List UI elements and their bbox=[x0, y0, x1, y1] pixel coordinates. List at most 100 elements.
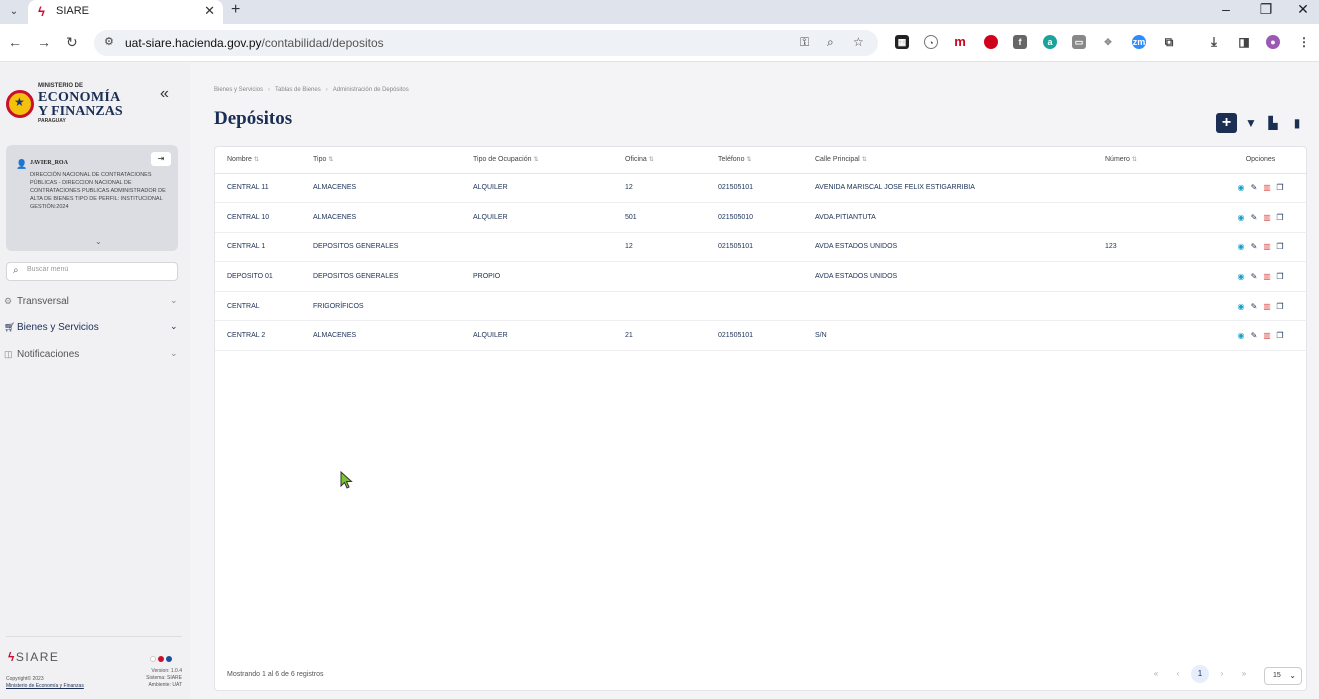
edit-pencil-icon[interactable]: ✎ bbox=[1250, 302, 1259, 311]
minimize-icon[interactable]: – bbox=[1216, 1, 1236, 17]
view-eye-icon[interactable]: ◉ bbox=[1237, 331, 1246, 340]
extension-a-icon[interactable]: a bbox=[1043, 35, 1057, 49]
extension-icon[interactable]: ▦ bbox=[895, 35, 909, 49]
breadcrumb-item[interactable]: Tablas de Bienes bbox=[275, 87, 321, 93]
column-header[interactable]: Oficina ⇅ bbox=[625, 147, 718, 174]
chevron-down-icon[interactable]: ⌄ bbox=[95, 237, 102, 246]
side-panel-icon[interactable]: ◨ bbox=[1237, 35, 1251, 49]
siare-brand: ϟSIARE bbox=[8, 650, 60, 664]
view-eye-icon[interactable]: ◉ bbox=[1237, 272, 1246, 281]
back-icon[interactable]: ← bbox=[8, 34, 22, 50]
sort-icon[interactable]: ⇅ bbox=[254, 157, 259, 163]
ministry-link[interactable]: Ministerio de Economía y Finanzas bbox=[6, 683, 84, 689]
last-page-icon[interactable]: » bbox=[1235, 665, 1253, 683]
password-key-icon[interactable]: ⚿ bbox=[800, 35, 809, 50]
cell-oficina bbox=[625, 261, 718, 292]
column-header[interactable]: Tipo ⇅ bbox=[313, 147, 473, 174]
sidebar-item-label: Notificaciones bbox=[17, 349, 80, 360]
sort-icon[interactable]: ⇅ bbox=[649, 157, 654, 163]
view-eye-icon[interactable]: ◉ bbox=[1237, 183, 1246, 192]
download-icon[interactable]: ⤓ bbox=[1207, 35, 1221, 49]
close-icon[interactable]: ✕ bbox=[204, 3, 215, 19]
address-bar[interactable]: ⚙ uat-siare.hacienda.gov.py/contabilidad… bbox=[94, 30, 878, 56]
view-eye-icon[interactable]: ◉ bbox=[1237, 242, 1246, 251]
delete-trash-icon[interactable]: ▥ bbox=[1263, 331, 1272, 340]
rows-per-page-select[interactable]: 15 ⌄ bbox=[1264, 667, 1302, 685]
theme-blue-dot[interactable] bbox=[166, 656, 172, 662]
sidebar-item-transversal[interactable]: ⚙ Transversal ⌄ bbox=[4, 294, 182, 310]
logout-icon[interactable]: ⇥ bbox=[151, 152, 171, 166]
edit-pencil-icon[interactable]: ✎ bbox=[1250, 331, 1259, 340]
copy-icon[interactable]: ❐ bbox=[1276, 183, 1285, 192]
browser-tab[interactable]: ϟ SIARE ✕ bbox=[28, 0, 223, 24]
delete-trash-icon[interactable]: ▥ bbox=[1263, 272, 1272, 281]
extension-image-icon[interactable]: ▭ bbox=[1072, 35, 1086, 49]
edit-pencil-icon[interactable]: ✎ bbox=[1250, 242, 1259, 251]
site-settings-icon[interactable]: ⚙ bbox=[104, 35, 114, 48]
copy-icon[interactable]: ❐ bbox=[1276, 213, 1285, 222]
extension-m-icon[interactable]: m bbox=[953, 35, 967, 49]
column-header[interactable]: Calle Principal ⇅ bbox=[815, 147, 1105, 174]
export-pdf-icon[interactable]: ▙ bbox=[1266, 113, 1280, 133]
extension-dropbox-icon[interactable]: ✥ bbox=[1101, 35, 1115, 49]
cell-opciones: ◉ ✎ ▥ ❐ bbox=[1213, 202, 1308, 233]
filter-icon[interactable]: ▼ bbox=[1244, 113, 1258, 133]
theme-red-dot[interactable] bbox=[158, 656, 164, 662]
view-eye-icon[interactable]: ◉ bbox=[1237, 302, 1246, 311]
zoom-icon[interactable]: ⌕ bbox=[827, 35, 834, 50]
add-button[interactable]: + bbox=[1216, 113, 1237, 133]
sidebar-item-bienes-y-servicios[interactable]: 🛒︎ Bienes y Servicios ⌄ bbox=[4, 320, 182, 336]
theme-light-dot[interactable] bbox=[150, 656, 156, 662]
window-close-icon[interactable]: ✕ bbox=[1293, 1, 1313, 18]
page-title: Depósitos bbox=[214, 108, 293, 129]
delete-trash-icon[interactable]: ▥ bbox=[1263, 183, 1272, 192]
collapse-sidebar-icon[interactable]: « bbox=[160, 85, 169, 103]
copy-icon[interactable]: ❐ bbox=[1276, 302, 1285, 311]
sort-icon[interactable]: ⇅ bbox=[1132, 157, 1137, 163]
delete-trash-icon[interactable]: ▥ bbox=[1263, 242, 1272, 251]
profile-avatar-icon[interactable]: ● bbox=[1266, 35, 1280, 49]
version-text: Version: 1.0.4 bbox=[151, 668, 182, 674]
sidebar-item-notificaciones[interactable]: ◫ Notificaciones ⌄ bbox=[4, 347, 182, 363]
new-tab-icon[interactable]: + bbox=[231, 1, 240, 19]
sort-icon[interactable]: ⇅ bbox=[328, 157, 333, 163]
sort-icon[interactable]: ⇅ bbox=[534, 157, 539, 163]
extension-zoom-icon[interactable]: zm bbox=[1132, 35, 1146, 49]
page-1-button[interactable]: 1 bbox=[1191, 665, 1209, 683]
column-header[interactable]: Nombre ⇅ bbox=[215, 147, 313, 174]
next-page-icon[interactable]: › bbox=[1213, 665, 1231, 683]
theme-dots[interactable] bbox=[148, 649, 172, 667]
copy-icon[interactable]: ❐ bbox=[1276, 242, 1285, 251]
restore-icon[interactable]: ❐ bbox=[1256, 1, 1276, 18]
column-header[interactable]: Tipo de Ocupación ⇅ bbox=[473, 147, 625, 174]
view-eye-icon[interactable]: ◉ bbox=[1237, 213, 1246, 222]
extension-f-icon[interactable]: f bbox=[1013, 35, 1027, 49]
edit-pencil-icon[interactable]: ✎ bbox=[1250, 183, 1259, 192]
sort-icon[interactable]: ⇅ bbox=[746, 157, 751, 163]
reload-icon[interactable]: ↻ bbox=[66, 34, 78, 51]
edit-pencil-icon[interactable]: ✎ bbox=[1250, 213, 1259, 222]
breadcrumb-item[interactable]: Bienes y Servicios bbox=[214, 87, 263, 93]
extensions-puzzle-icon[interactable]: ⧉ bbox=[1162, 35, 1176, 49]
tab-list-chevron-icon[interactable]: ⌄ bbox=[6, 4, 22, 20]
footer-copyright: Copyright© 2023 Ministerio de Economía y… bbox=[6, 676, 84, 690]
address-url[interactable]: uat-siare.hacienda.gov.py/contabilidad/d… bbox=[125, 36, 384, 50]
prev-page-icon[interactable]: ‹ bbox=[1169, 665, 1187, 683]
edit-pencil-icon[interactable]: ✎ bbox=[1250, 272, 1259, 281]
menu-search-input[interactable] bbox=[27, 266, 172, 273]
extension-gauge-icon[interactable]: ◔ bbox=[924, 35, 938, 49]
browser-menu-icon[interactable]: ⋮ bbox=[1297, 35, 1311, 49]
export-file-icon[interactable]: ▮ bbox=[1290, 113, 1304, 133]
bookmark-star-icon[interactable]: ☆ bbox=[853, 35, 864, 49]
delete-trash-icon[interactable]: ▥ bbox=[1263, 302, 1272, 311]
first-page-icon[interactable]: « bbox=[1147, 665, 1165, 683]
delete-trash-icon[interactable]: ▥ bbox=[1263, 213, 1272, 222]
forward-icon[interactable]: → bbox=[37, 34, 51, 50]
column-header[interactable]: Teléfono ⇅ bbox=[718, 147, 815, 174]
extension-red-icon[interactable] bbox=[984, 35, 998, 49]
column-header[interactable]: Número ⇅ bbox=[1105, 147, 1213, 174]
sort-icon[interactable]: ⇅ bbox=[862, 157, 867, 163]
copy-icon[interactable]: ❐ bbox=[1276, 331, 1285, 340]
table-row: CENTRAL 2 ALMACENES ALQUILER 21 02150510… bbox=[215, 320, 1308, 352]
copy-icon[interactable]: ❐ bbox=[1276, 272, 1285, 281]
